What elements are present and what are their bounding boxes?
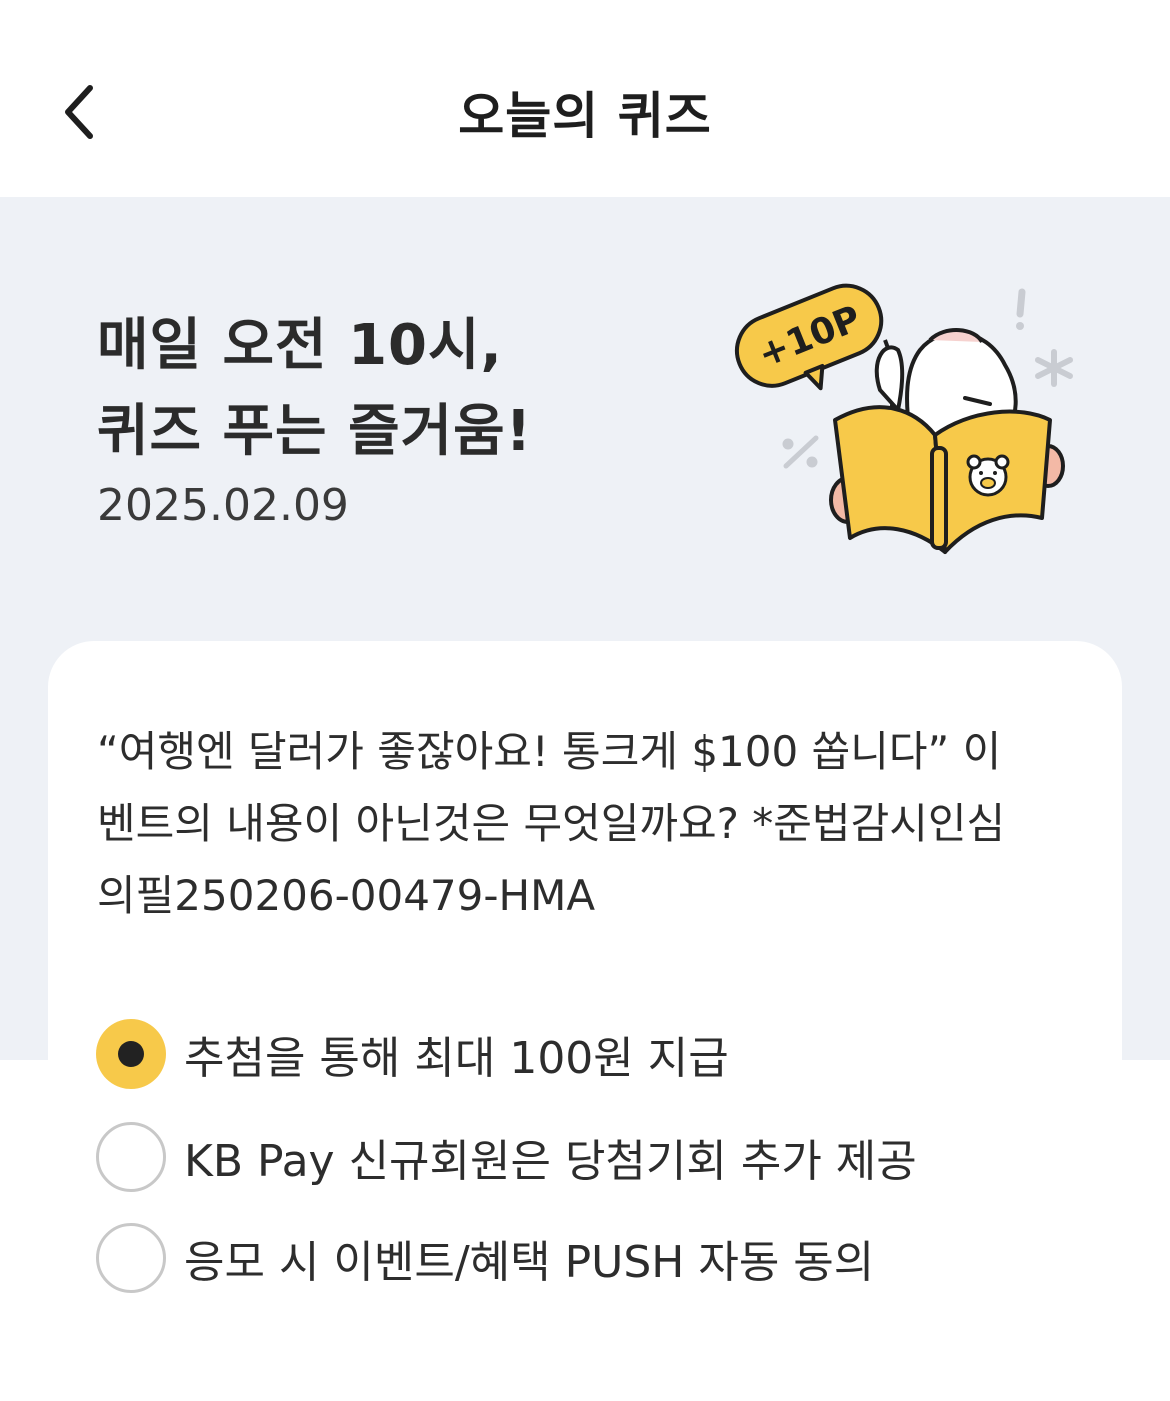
- book-icon: [833, 405, 1052, 554]
- hero-headline-line1: 매일 오전 10시,: [97, 313, 503, 378]
- quiz-option-2[interactable]: KB Pay 신규회원은 당첨기회 추가 제공: [96, 1121, 917, 1193]
- points-badge: +10P: [735, 283, 884, 391]
- quiz-option-3[interactable]: 응모 시 이벤트/혜택 PUSH 자동 동의: [96, 1222, 874, 1294]
- sparkle-icon: [1035, 349, 1073, 387]
- quiz-option-label: KB Pay 신규회원은 당첨기회 추가 제공: [184, 1136, 917, 1187]
- quiz-option-label: 추첨을 통해 최대 100원 지급: [184, 1033, 729, 1084]
- radio-dot-icon: [118, 1041, 144, 1067]
- page-title: 오늘의 퀴즈: [458, 87, 712, 145]
- radio-button[interactable]: [96, 1223, 166, 1293]
- radio-button-selected[interactable]: [96, 1019, 166, 1089]
- percent-icon: [782, 435, 819, 469]
- quiz-question-line: “여행엔 달러가 좋잖아요! 통크게 $100 쏩니다” 이: [97, 727, 1002, 776]
- app-header: 오늘의 퀴즈: [0, 0, 1170, 197]
- quiz-option-1[interactable]: 추첨을 통해 최대 100원 지급: [96, 1018, 729, 1090]
- quiz-option-label: 응모 시 이벤트/혜택 PUSH 자동 동의: [184, 1237, 875, 1288]
- hero-headline-line2: 퀴즈 푸는 즐거움!: [97, 399, 533, 464]
- quiz-question: “여행엔 달러가 좋잖아요! 통크게 $100 쏩니다” 이 벤트의 내용이 아…: [97, 716, 1087, 932]
- quiz-date: 2025.02.09: [97, 480, 349, 531]
- radio-button[interactable]: [96, 1122, 166, 1192]
- exclamation-icon: [1016, 288, 1026, 330]
- reading-rabbit-illustration: +10P: [735, 283, 1073, 554]
- quiz-question-line: 의필250206-00479-HMA: [97, 871, 596, 920]
- quiz-question-line: 벤트의 내용이 아닌것은 무엇일까요? *준법감시인심: [97, 799, 1006, 848]
